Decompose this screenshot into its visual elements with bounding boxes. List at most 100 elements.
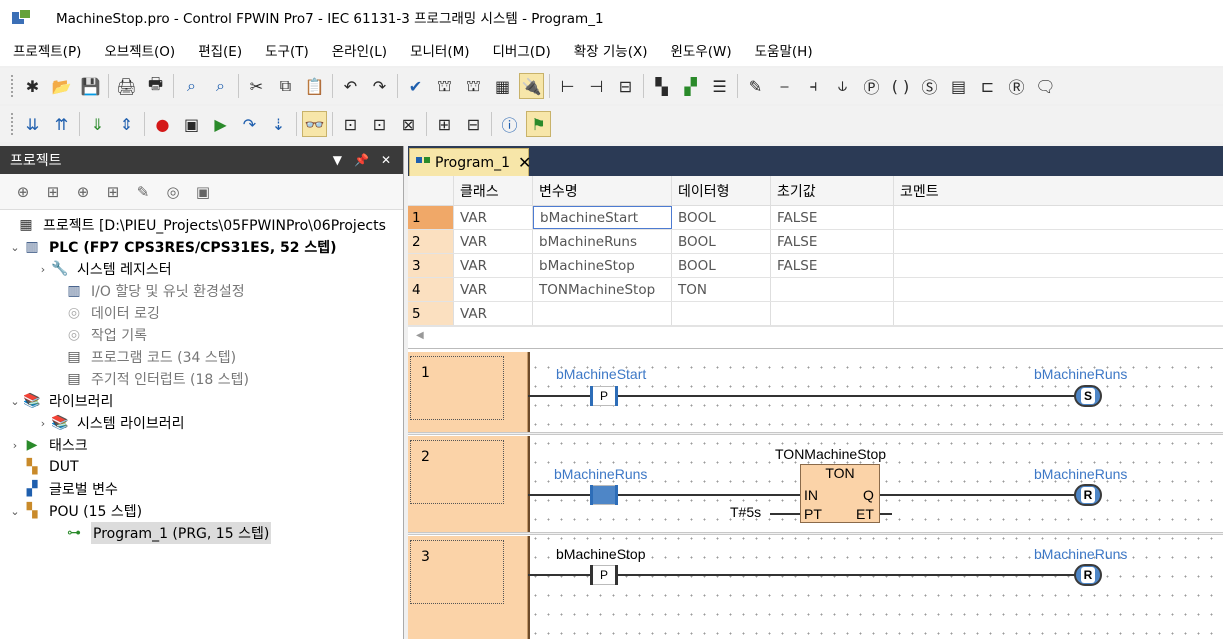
cell-name[interactable] <box>533 302 672 325</box>
tree-item-io-config[interactable]: ▥ I/O 할당 및 유닛 환경설정 <box>0 280 403 302</box>
rebuild-icon[interactable]: ▦ <box>490 73 515 99</box>
upload-icon[interactable]: ⇈ <box>49 111 74 137</box>
compare-icon[interactable]: ⇕ <box>114 111 139 137</box>
add-object-icon[interactable]: ⊕ <box>10 180 36 204</box>
new-pou-icon[interactable]: ⊞ <box>100 180 126 204</box>
register-monitor-icon[interactable]: ⊟ <box>461 111 486 137</box>
chevron-right-icon[interactable]: › <box>36 263 50 276</box>
add-subobject-icon[interactable]: ⊞ <box>40 180 66 204</box>
cell-comment[interactable] <box>894 230 1223 253</box>
row-number[interactable]: 5 <box>408 302 454 325</box>
tree-item-project[interactable]: ▦ 프로젝트 [D:\PIEU_Projects\05FPWINPro\06Pr… <box>0 214 403 236</box>
column-class[interactable]: 클래스 <box>454 176 533 205</box>
return-icon[interactable]: Ⓡ <box>1004 73 1029 99</box>
table-row[interactable]: 4 VAR TONMachineStop TON <box>408 278 1223 302</box>
toolbar-grip[interactable] <box>10 74 14 98</box>
tree-item-global-vars[interactable]: ▞ 글로벌 변수 <box>0 478 403 500</box>
row-number[interactable]: 3 <box>408 254 454 277</box>
column-init[interactable]: 초기값 <box>771 176 894 205</box>
save-icon[interactable]: 💾 <box>78 73 103 99</box>
fb-pin-in[interactable]: IN <box>804 487 818 503</box>
compile-object-icon[interactable]: ▣ <box>190 180 216 204</box>
tab-program-1[interactable]: Program_1 ✕ <box>409 148 531 176</box>
insert-object-icon[interactable]: ⊕ <box>70 180 96 204</box>
menu-extensions[interactable]: 확장 기능(X) <box>567 40 655 60</box>
column-comment[interactable]: 코멘트 <box>894 176 1223 205</box>
network-append-icon[interactable]: ⊣ <box>584 73 609 99</box>
menu-monitor[interactable]: 모니터(M) <box>403 40 476 60</box>
cell-init[interactable]: FALSE <box>771 254 894 277</box>
stop-icon[interactable]: ● <box>150 111 175 137</box>
column-name[interactable]: 변수명 <box>533 176 672 205</box>
cell-name[interactable]: bMachineStop <box>533 254 672 277</box>
close-icon[interactable]: ✕ <box>518 153 531 172</box>
ton-function-block[interactable]: TON IN PT Q ET <box>800 464 880 523</box>
tree-item-pou[interactable]: ⌄ ▚ POU (15 스텝) <box>0 500 403 522</box>
panel-pin-icon[interactable]: 📌 <box>354 153 369 167</box>
contact-no-icon[interactable]: ⫞ <box>801 73 826 99</box>
coil-set-icon[interactable]: Ⓢ <box>917 73 942 99</box>
tree-item-program-1[interactable]: ⊶ Program_1 (PRG, 15 스텝) <box>0 522 403 544</box>
comment-icon[interactable]: 🗨 <box>1033 73 1058 99</box>
cell-init[interactable]: FALSE <box>771 206 894 229</box>
network-1-header[interactable]: 1 <box>408 352 528 432</box>
menu-online[interactable]: 온라인(L) <box>325 40 394 60</box>
tree-item-library[interactable]: ⌄ 📚 라이브러리 <box>0 390 403 412</box>
table-row[interactable]: 5 VAR <box>408 302 1223 326</box>
table-row[interactable]: 2 VAR bMachineRuns BOOL FALSE <box>408 230 1223 254</box>
cell-type[interactable]: BOOL <box>672 230 771 253</box>
open-folder-icon[interactable]: 📂 <box>49 73 74 99</box>
contact-p[interactable]: P <box>590 565 618 585</box>
tree-item-program-code[interactable]: ▤ 프로그램 코드 (34 스텝) <box>0 346 403 368</box>
cell-class[interactable]: VAR <box>454 206 533 229</box>
menu-debug[interactable]: 디버그(D) <box>486 40 558 60</box>
check-icon[interactable]: ✔ <box>403 73 428 99</box>
new-project-icon[interactable]: ✱ <box>20 73 45 99</box>
redo-icon[interactable]: ↷ <box>367 73 392 99</box>
menu-edit[interactable]: 편집(E) <box>191 40 249 60</box>
cell-type[interactable]: TON <box>672 278 771 301</box>
network-delete-icon[interactable]: ⊟ <box>613 73 638 99</box>
properties-icon[interactable]: ◎ <box>160 180 186 204</box>
edit-object-icon[interactable]: ✎ <box>130 180 156 204</box>
coil-reset[interactable]: R <box>1074 564 1102 586</box>
align-icon[interactable]: ☰ <box>707 73 732 99</box>
row-number[interactable]: 1 <box>408 206 454 229</box>
contact-p-icon[interactable]: Ⓟ <box>859 73 884 99</box>
contact-label[interactable]: bMachineRuns <box>554 466 647 482</box>
horizontal-scrollbar[interactable]: ◀ <box>408 326 1223 344</box>
cell-init[interactable] <box>771 302 894 325</box>
draw-line-icon[interactable]: ✎ <box>743 73 768 99</box>
coil-icon[interactable]: ( ) <box>888 73 913 99</box>
cut-icon[interactable]: ✂ <box>244 73 269 99</box>
cell-init[interactable] <box>771 278 894 301</box>
tree-item-work-record[interactable]: ◎ 작업 기록 <box>0 324 403 346</box>
find-replace-icon[interactable]: ⌕ <box>208 73 233 99</box>
panel-close-icon[interactable]: ✕ <box>381 153 391 167</box>
cell-comment[interactable] <box>894 206 1223 229</box>
cell-type[interactable]: BOOL <box>672 254 771 277</box>
fb-pin-pt[interactable]: PT <box>804 506 822 522</box>
chevron-down-icon[interactable]: ⌄ <box>8 505 22 518</box>
variable-icon[interactable]: ▤ <box>946 73 971 99</box>
chevron-right-icon[interactable]: › <box>36 417 50 430</box>
horizontal-line-icon[interactable]: ⎯ <box>772 73 797 99</box>
network-3-header[interactable]: 3 <box>408 536 528 639</box>
plc-info-icon[interactable]: ⓘ <box>497 111 522 137</box>
cell-name[interactable]: TONMachineStop <box>533 278 672 301</box>
cell-comment[interactable] <box>894 254 1223 277</box>
online-plug-icon[interactable]: 🔌 <box>519 73 544 99</box>
tree-item-task[interactable]: › ▶ 태스크 <box>0 434 403 456</box>
tree-item-periodic-interrupt[interactable]: ▤ 주기적 인터럽트 (18 스텝) <box>0 368 403 390</box>
row-number[interactable]: 2 <box>408 230 454 253</box>
run-mode-icon[interactable]: ▣ <box>179 111 204 137</box>
panel-dropdown-icon[interactable]: ▼ <box>333 153 342 167</box>
coil-label[interactable]: bMachineRuns <box>1034 546 1127 562</box>
download-changes-icon[interactable]: ⇓ <box>85 111 110 137</box>
cell-comment[interactable] <box>894 302 1223 325</box>
cell-comment[interactable] <box>894 278 1223 301</box>
step-icon[interactable]: ↷ <box>237 111 262 137</box>
column-type[interactable]: 데이터형 <box>672 176 771 205</box>
scroll-left-icon[interactable]: ◀ <box>416 330 424 341</box>
network-2-header[interactable]: 2 <box>408 436 528 532</box>
